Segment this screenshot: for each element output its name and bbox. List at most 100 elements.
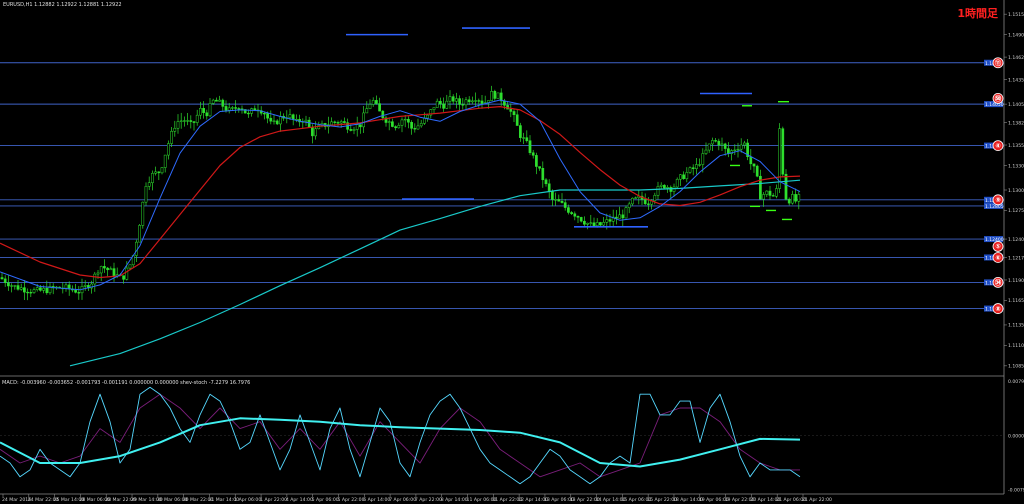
candle-body xyxy=(45,287,49,294)
candle-body xyxy=(35,287,39,290)
candle-body xyxy=(512,111,516,115)
candle-body xyxy=(359,124,362,128)
candle-body xyxy=(375,100,378,104)
candle-body xyxy=(714,140,717,142)
candle-body xyxy=(771,195,775,197)
candle-body xyxy=(253,108,257,111)
y-tick-label: 1.15150 xyxy=(1008,12,1024,18)
candle-body xyxy=(653,195,657,202)
candle-body xyxy=(624,207,628,219)
candle-body xyxy=(394,126,397,129)
y-tick-label: 1.12175 xyxy=(1008,255,1024,261)
candle-body xyxy=(77,292,81,294)
macd-y-tick-label: 0.007910 xyxy=(1008,379,1024,385)
candle-body xyxy=(32,289,36,293)
candle-body xyxy=(720,143,724,146)
candle-body xyxy=(675,178,679,188)
price-chart[interactable]: 1.145561.140501.135431.128801.128051.124… xyxy=(0,0,1024,504)
candle-body xyxy=(39,287,42,291)
candle-body xyxy=(186,120,189,122)
candle-body xyxy=(234,107,237,109)
candle-body xyxy=(666,187,669,189)
candle-body xyxy=(263,112,266,115)
candle-body xyxy=(525,137,529,141)
candle-body xyxy=(237,108,241,110)
x-tick-label: 5 Apr 22:00 xyxy=(337,497,364,503)
candle-body xyxy=(416,125,420,130)
candle-body xyxy=(762,194,765,200)
candle-body xyxy=(509,108,513,112)
candle-body xyxy=(448,96,452,102)
candle-body xyxy=(138,225,141,243)
price-line-label: 1.12805 xyxy=(985,204,1004,210)
candle-body xyxy=(445,100,449,109)
candle-body xyxy=(103,266,106,269)
candle-body xyxy=(432,107,436,110)
candle-body xyxy=(733,149,737,152)
candle-body xyxy=(419,123,423,127)
candle-body xyxy=(451,96,455,102)
candle-body xyxy=(413,128,417,130)
candle-body xyxy=(723,143,727,149)
candle-body xyxy=(224,106,228,111)
candle-body xyxy=(403,118,407,121)
candle-body xyxy=(669,187,673,192)
candle-body xyxy=(151,173,154,183)
y-tick-label: 1.14350 xyxy=(1008,77,1024,83)
candle-body xyxy=(778,128,781,189)
x-tick-label: 1 Apr 06:00 xyxy=(234,497,261,503)
fast-moving-average-line xyxy=(0,99,801,291)
y-tick-label: 1.11900 xyxy=(1008,278,1024,284)
y-tick-label: 1.11350 xyxy=(1008,323,1024,329)
candle-body xyxy=(231,107,234,109)
candle-body xyxy=(701,153,705,165)
candle-body xyxy=(29,292,33,294)
candle-body xyxy=(618,214,621,219)
candle-body xyxy=(589,222,593,224)
candle-body xyxy=(250,108,253,114)
candle-body xyxy=(557,199,561,202)
candle-body xyxy=(621,214,625,219)
candle-body xyxy=(797,194,801,202)
candle-body xyxy=(423,117,426,124)
candle-body xyxy=(775,188,778,197)
candle-body xyxy=(586,222,589,225)
candle-body xyxy=(541,167,545,181)
y-tick-label: 1.14050 xyxy=(1008,102,1024,108)
candle-body xyxy=(218,99,221,102)
candle-body xyxy=(211,99,215,104)
candle-body xyxy=(535,155,538,167)
candle-body xyxy=(519,125,522,138)
candle-body xyxy=(93,273,97,285)
candle-body xyxy=(605,219,609,223)
candle-body xyxy=(23,287,26,293)
candle-body xyxy=(579,217,583,222)
candle-body xyxy=(291,114,295,120)
candle-body xyxy=(787,198,791,204)
candle-body xyxy=(602,222,605,226)
candle-body xyxy=(768,190,772,196)
candle-body xyxy=(64,284,68,289)
candle-body xyxy=(736,148,740,151)
candle-body xyxy=(439,100,442,105)
candle-body xyxy=(330,121,333,125)
candle-body xyxy=(695,164,698,169)
candle-body xyxy=(643,199,647,205)
candle-body xyxy=(371,100,375,105)
number-badge-label: ⑪ xyxy=(995,58,1002,67)
candle-body xyxy=(634,197,637,199)
candle-body xyxy=(631,197,634,205)
candle-body xyxy=(595,222,599,227)
candle-body xyxy=(154,171,157,174)
y-tick-label: 1.11100 xyxy=(1008,343,1024,349)
candle-body xyxy=(378,103,381,112)
x-tick-label: 21 Apr 22:00 xyxy=(802,497,832,503)
candle-body xyxy=(183,120,186,122)
candle-body xyxy=(355,124,359,130)
candle-body xyxy=(205,112,209,117)
candle-body xyxy=(554,199,557,201)
candle-body xyxy=(490,91,493,101)
candle-body xyxy=(752,163,756,167)
candle-body xyxy=(464,99,468,106)
y-tick-label: 1.13000 xyxy=(1008,188,1024,194)
